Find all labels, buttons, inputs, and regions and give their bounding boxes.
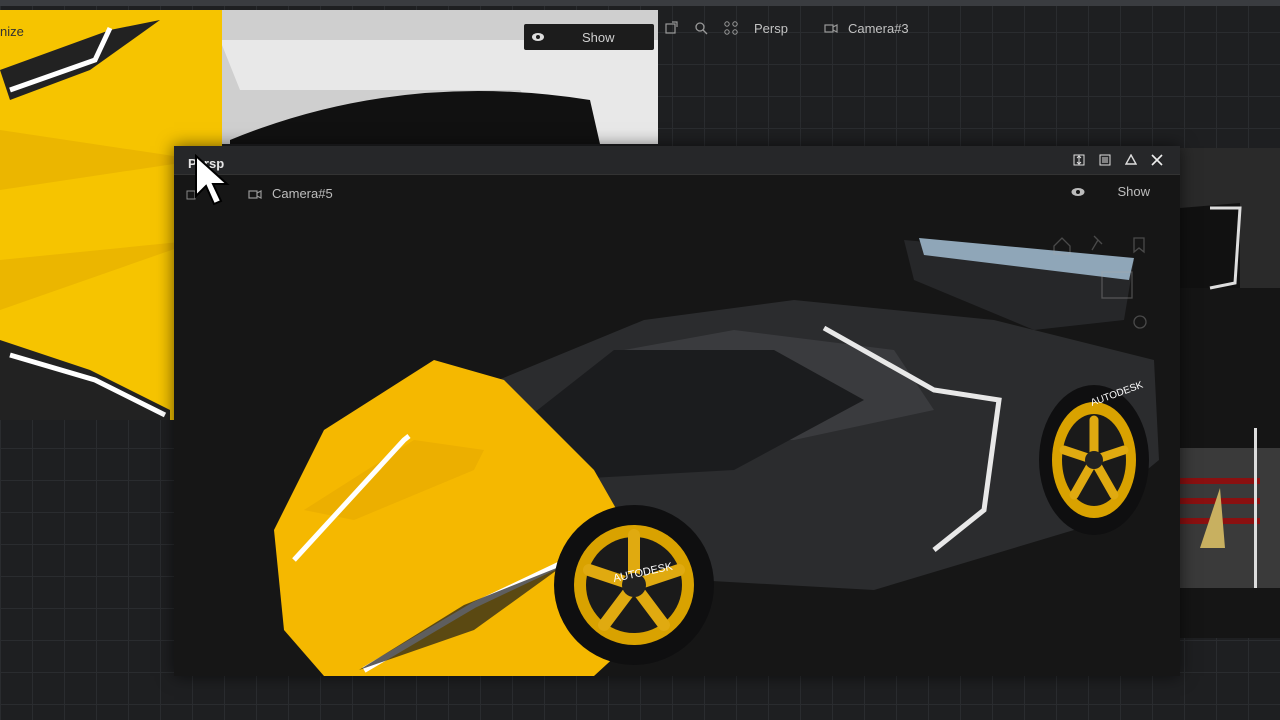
top-menu-strip bbox=[0, 0, 1280, 6]
mouse-cursor bbox=[195, 154, 230, 206]
show-toggle[interactable]: Show bbox=[1071, 184, 1150, 199]
window-toolbar: Camera#5 Show bbox=[174, 176, 1180, 210]
car-render: AUTODESK AUTODESK bbox=[274, 238, 1159, 676]
search-icon[interactable] bbox=[694, 21, 708, 35]
camera-selector[interactable]: Camera#5 bbox=[248, 186, 333, 201]
bookmark-icon bbox=[1133, 237, 1145, 254]
resize-icon bbox=[1073, 154, 1085, 166]
close-icon bbox=[1151, 154, 1163, 166]
window-controls bbox=[1070, 151, 1166, 169]
show-label: Show bbox=[1117, 184, 1150, 199]
view-mode-label[interactable]: Persp bbox=[754, 21, 788, 36]
menu-button[interactable] bbox=[1096, 151, 1114, 169]
show-label: Show bbox=[582, 29, 615, 45]
background-car-detail bbox=[1180, 148, 1280, 588]
triangle-up-icon bbox=[1125, 154, 1137, 165]
background-show-toggle[interactable]: Show bbox=[524, 24, 654, 50]
viewport-nav-icons[interactable] bbox=[1046, 232, 1156, 352]
eye-icon bbox=[532, 33, 544, 41]
layout-grid-icon[interactable] bbox=[724, 21, 738, 35]
resize-vertical-button[interactable] bbox=[1070, 151, 1088, 169]
camera-label: Camera#5 bbox=[272, 186, 333, 201]
background-viewport-right bbox=[1180, 148, 1280, 638]
3d-viewport-canvas[interactable]: AUTODESK AUTODESK bbox=[174, 210, 1180, 676]
frame-icon[interactable] bbox=[664, 21, 678, 35]
eye-icon bbox=[1071, 187, 1085, 196]
window-titlebar[interactable]: Persp bbox=[174, 146, 1180, 175]
view-cube-icon bbox=[1101, 271, 1133, 299]
camera-icon bbox=[824, 24, 838, 33]
camera-icon bbox=[248, 189, 262, 199]
menu-icon bbox=[1099, 154, 1111, 166]
background-viewport-title: nize bbox=[0, 24, 24, 39]
pin-icon bbox=[1091, 235, 1103, 251]
close-button[interactable] bbox=[1148, 151, 1166, 169]
persp-viewport-window[interactable]: Persp Camera#5 Show AUTODESK AUTODESK bbox=[174, 146, 1180, 676]
home-icon bbox=[1053, 237, 1071, 255]
maximize-button[interactable] bbox=[1122, 151, 1140, 169]
camera-label[interactable]: Camera#3 bbox=[848, 21, 909, 36]
background-viewport-toolbar: Persp Camera#3 bbox=[664, 14, 1264, 42]
gear-icon bbox=[1133, 315, 1147, 329]
